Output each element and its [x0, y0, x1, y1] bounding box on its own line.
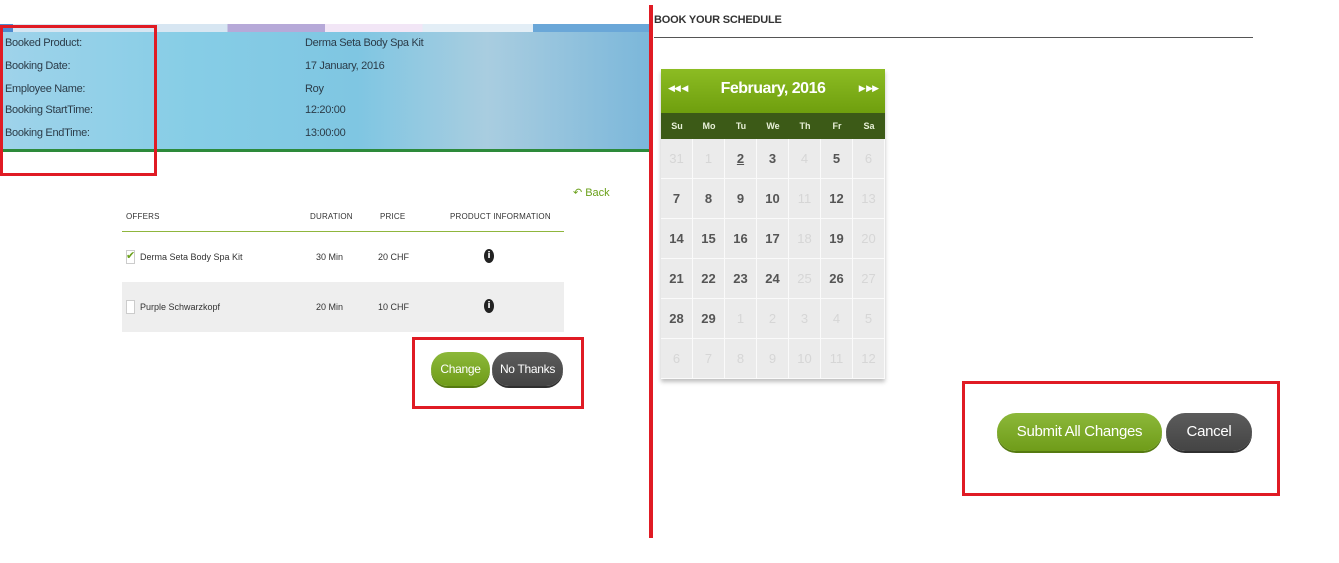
calendar-day[interactable]: 26: [821, 259, 853, 299]
schedule-title: BOOK YOUR SCHEDULE: [654, 14, 782, 26]
calendar-day: 9: [757, 339, 789, 379]
calendar-day[interactable]: 2: [725, 139, 757, 179]
booking-value: 13:00:00: [305, 127, 346, 139]
calendar-day: 31: [661, 139, 693, 179]
calendar-day[interactable]: 28: [661, 299, 693, 339]
calendar-day: 7: [693, 339, 725, 379]
column-header-price: PRICE: [380, 212, 406, 221]
calendar-day[interactable]: 9: [725, 179, 757, 219]
offer-name: Purple Schwarzkopf: [140, 302, 221, 312]
calendar-day[interactable]: 23: [725, 259, 757, 299]
calendar-day: 12: [853, 339, 885, 379]
calendar-day: 13: [853, 179, 885, 219]
schedule-divider: [654, 37, 1253, 38]
calendar-day[interactable]: 8: [693, 179, 725, 219]
offer-price: 20 CHF: [378, 252, 410, 262]
weekday-label: Su: [671, 121, 683, 131]
calendar-day[interactable]: 15: [693, 219, 725, 259]
next-month-icon[interactable]: ▶ ▶▶: [859, 83, 879, 94]
booking-value: Roy: [305, 83, 324, 95]
calendar-day[interactable]: 12: [821, 179, 853, 219]
calendar-day: 20: [853, 219, 885, 259]
offer-price: 10 CHF: [378, 302, 410, 312]
calendar-day[interactable]: 10: [757, 179, 789, 219]
calendar-day[interactable]: 7: [661, 179, 693, 219]
highlight-box-booking-labels: [0, 25, 157, 176]
weekday-label: Fr: [832, 121, 842, 131]
calendar-day: 1: [693, 139, 725, 179]
weekday-label: Th: [799, 121, 811, 131]
calendar-day: 4: [789, 139, 821, 179]
calendar-weekdays: Su Mo Tu We Th Fr Sa: [661, 113, 885, 139]
column-header-product-information: PRODUCT INFORMATION: [450, 212, 551, 221]
calendar-day: 11: [789, 179, 821, 219]
offer-checkbox[interactable]: [126, 300, 135, 314]
booking-value: 12:20:00: [305, 104, 346, 116]
calendar-day[interactable]: 14: [661, 219, 693, 259]
calendar-day[interactable]: 17: [757, 219, 789, 259]
highlight-box-submit-buttons: [962, 381, 1280, 496]
offer-name: Derma Seta Body Spa Kit: [140, 252, 243, 262]
calendar-month-label: February, 2016: [720, 80, 826, 97]
weekday-label: Mo: [702, 121, 716, 131]
info-icon[interactable]: i: [484, 299, 494, 313]
calendar-day: 3: [789, 299, 821, 339]
calendar-day: 2: [757, 299, 789, 339]
calendar-day: 5: [853, 299, 885, 339]
calendar-day[interactable]: 21: [661, 259, 693, 299]
column-header-duration: DURATION: [310, 212, 353, 221]
calendar-day[interactable]: 5: [821, 139, 853, 179]
calendar-day[interactable]: 29: [693, 299, 725, 339]
weekday-label: Sa: [863, 121, 875, 131]
offer-row: Purple Schwarzkopf 20 Min 10 CHF i: [122, 282, 564, 332]
calendar-day: 10: [789, 339, 821, 379]
back-link-label: Back: [585, 186, 610, 199]
back-arrow-icon: ↶: [573, 187, 583, 199]
offer-row: Derma Seta Body Spa Kit 30 Min 20 CHF i: [122, 232, 564, 282]
calendar-day: 18: [789, 219, 821, 259]
calendar-header: ◀◀ ◀ February, 2016 ▶ ▶▶: [661, 69, 885, 113]
calendar-day: 8: [725, 339, 757, 379]
highlight-box-offer-buttons: [412, 337, 584, 409]
offers-table: OFFERS DURATION PRICE PRODUCT INFORMATIO…: [122, 206, 564, 332]
calendar-day[interactable]: 19: [821, 219, 853, 259]
offer-duration: 20 Min: [316, 302, 344, 312]
calendar: ◀◀ ◀ February, 2016 ▶ ▶▶ Su Mo Tu We Th …: [661, 69, 885, 379]
weekday-label: Tu: [735, 121, 747, 131]
weekday-label: We: [766, 121, 780, 131]
column-header-offers: OFFERS: [126, 212, 160, 221]
calendar-day: 4: [821, 299, 853, 339]
calendar-day[interactable]: 3: [757, 139, 789, 179]
offers-table-header: OFFERS DURATION PRICE PRODUCT INFORMATIO…: [122, 206, 564, 232]
calendar-day: 6: [853, 139, 885, 179]
booking-value: Derma Seta Body Spa Kit: [305, 37, 424, 49]
offer-duration: 30 Min: [316, 252, 344, 262]
calendar-day[interactable]: 22: [693, 259, 725, 299]
panel-divider: [649, 5, 653, 538]
calendar-day[interactable]: 24: [757, 259, 789, 299]
calendar-day: 11: [821, 339, 853, 379]
calendar-day[interactable]: 16: [725, 219, 757, 259]
back-link[interactable]: ↶ Back: [573, 186, 610, 200]
calendar-day: 25: [789, 259, 821, 299]
calendar-day: 6: [661, 339, 693, 379]
calendar-day: 1: [725, 299, 757, 339]
calendar-days: 31 1 2 3 4 5 6 7 8 9 10 11 12 13 14 15 16 17 18 19 20 21 22 23 2…: [661, 139, 885, 379]
booking-value: 17 January, 2016: [305, 60, 385, 72]
offer-checkbox[interactable]: [126, 249, 135, 264]
calendar-day: 27: [853, 259, 885, 299]
info-icon[interactable]: i: [484, 249, 494, 263]
